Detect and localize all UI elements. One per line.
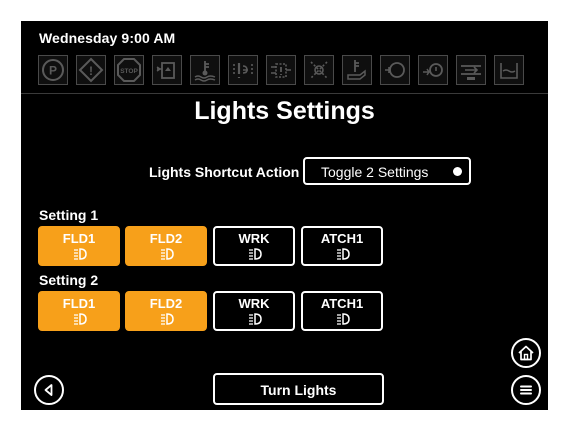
headlight-icon xyxy=(74,313,87,325)
headlight-icon xyxy=(249,248,262,260)
shortcut-action-select[interactable]: Toggle 2 Settings xyxy=(303,157,471,185)
setting-1-wrk-button[interactable]: WRK xyxy=(213,226,295,266)
battery-charge-icon xyxy=(456,55,486,85)
button-label: ATCH1 xyxy=(320,231,364,246)
setting-2-atch1-button[interactable]: ATCH1 xyxy=(301,291,383,331)
coolant-temperature-icon xyxy=(190,55,220,85)
headlight-icon xyxy=(337,248,350,260)
differential-lock-icon xyxy=(304,55,334,85)
button-label: ATCH1 xyxy=(320,296,364,311)
headlight-icon xyxy=(337,313,350,325)
setting-1-atch1-button[interactable]: ATCH1 xyxy=(301,226,383,266)
selection-dot-icon xyxy=(453,167,462,176)
warning-symbol: ! xyxy=(89,64,93,78)
setting-2-fld2-button[interactable]: FLD2 xyxy=(125,291,207,331)
setting-2-label: Setting 2 xyxy=(39,272,99,288)
fuel-filter-icon xyxy=(152,55,182,85)
setting-2-wrk-button[interactable]: WRK xyxy=(213,291,295,331)
parking-brake-letter: P xyxy=(49,64,57,78)
turn-lights-button[interactable]: Turn Lights xyxy=(213,373,384,405)
display-screen: Wednesday 9:00 AM P ! STOP Lights Settin… xyxy=(21,21,548,410)
button-label: WRK xyxy=(238,296,270,311)
page-title: Lights Settings xyxy=(194,97,375,125)
headlight-icon xyxy=(161,313,174,325)
button-label: FLD1 xyxy=(62,296,96,311)
oil-pressure-icon xyxy=(418,55,448,85)
menu-icon xyxy=(520,385,532,395)
status-bar: Wednesday 9:00 AM P ! STOP xyxy=(21,21,548,94)
engine-oil-temperature-icon xyxy=(342,55,372,85)
parking-brake-icon: P xyxy=(38,55,68,85)
back-arrow-icon xyxy=(44,384,53,396)
transmission-warning-icon xyxy=(228,55,258,85)
headlight-icon xyxy=(161,248,174,260)
home-button[interactable] xyxy=(511,338,541,368)
headlight-icon xyxy=(249,313,262,325)
button-label: FLD2 xyxy=(149,231,183,246)
button-label: FLD1 xyxy=(62,231,96,246)
back-button[interactable] xyxy=(34,375,64,405)
home-icon xyxy=(518,345,534,361)
setting-1-fld1-button[interactable]: FLD1 xyxy=(38,226,120,266)
shortcut-action-label: Lights Shortcut Action xyxy=(149,164,300,180)
warning-icon: ! xyxy=(76,55,106,85)
button-label: FLD2 xyxy=(149,296,183,311)
headlight-icon xyxy=(74,248,87,260)
shortcut-action-value: Toggle 2 Settings xyxy=(321,164,429,180)
water-in-fuel-icon xyxy=(494,55,524,85)
setting-2-fld1-button[interactable]: FLD1 xyxy=(38,291,120,331)
stop-icon: STOP xyxy=(114,55,144,85)
setting-1-fld2-button[interactable]: FLD2 xyxy=(125,226,207,266)
setting-1-label: Setting 1 xyxy=(39,207,99,223)
hydraulic-warning-icon xyxy=(266,55,296,85)
engine-check-icon xyxy=(380,55,410,85)
stop-text: STOP xyxy=(120,68,138,75)
datetime: Wednesday 9:00 AM xyxy=(39,30,176,46)
button-label: WRK xyxy=(238,231,270,246)
turn-lights-label: Turn Lights xyxy=(260,382,337,398)
menu-button[interactable] xyxy=(511,375,541,405)
